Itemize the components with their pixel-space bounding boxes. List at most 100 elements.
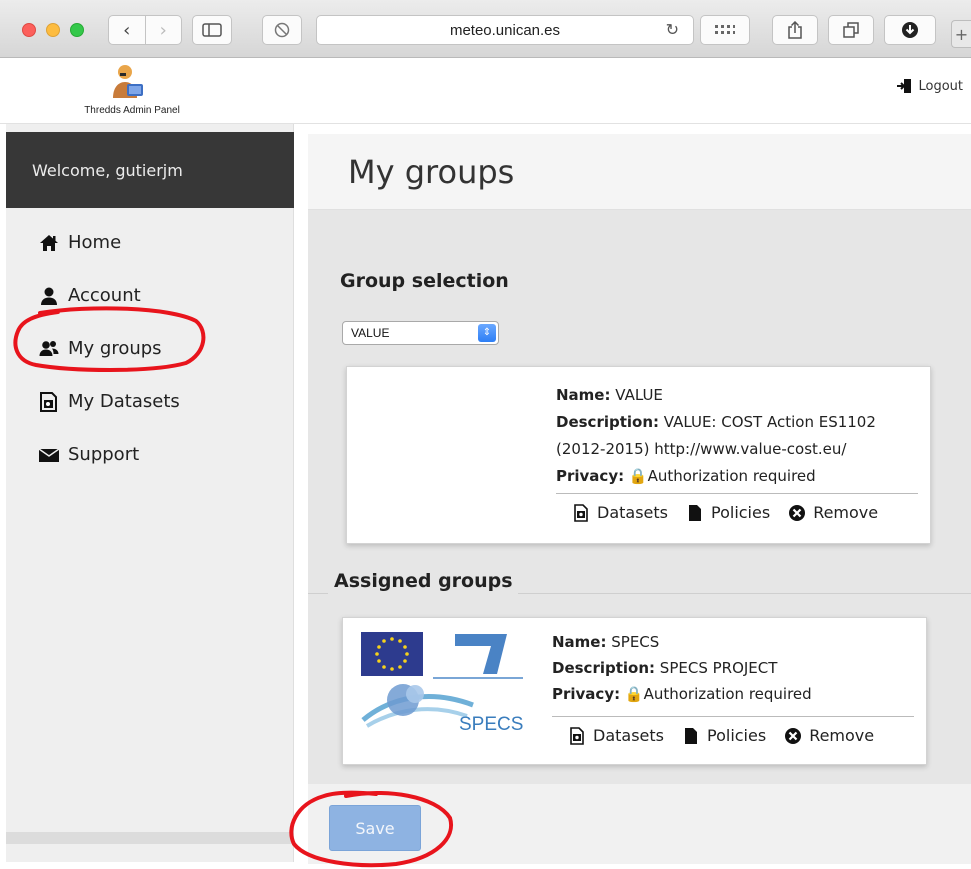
group-privacy: Authorization required xyxy=(643,685,812,703)
privacy-label: Privacy: xyxy=(552,685,621,703)
main-panel: My groups Group selection VALUE ⇕ Name: … xyxy=(308,134,971,864)
top-sites-button[interactable] xyxy=(700,15,750,45)
name-label: Name: xyxy=(552,633,607,651)
save-button[interactable]: Save xyxy=(329,805,421,851)
url-text: meteo.unican.es xyxy=(449,21,561,39)
assigned-group-card: SPECS Name: SPECS Description: SPECS PRO… xyxy=(342,617,927,765)
logo-text: Thredds Admin Panel xyxy=(84,105,180,116)
description-label: Description: xyxy=(556,413,660,431)
group-privacy: Authorization required xyxy=(647,467,816,485)
remove-button[interactable]: Remove xyxy=(784,726,874,745)
group-actions: Datasets Policies Remove xyxy=(556,493,918,522)
logout-icon xyxy=(897,79,912,93)
admin-logo-icon xyxy=(113,65,143,98)
user-icon xyxy=(41,287,57,305)
close-window-button[interactable] xyxy=(22,23,36,37)
policies-label: Policies xyxy=(711,503,771,522)
tabs-icon xyxy=(843,22,859,38)
minimize-window-button[interactable] xyxy=(46,23,60,37)
share-icon xyxy=(788,21,802,39)
select-stepper-icon: ⇕ xyxy=(478,324,496,342)
app-header: Thredds Admin Panel Logout xyxy=(0,58,971,124)
sidebar-item-label: Account xyxy=(68,285,141,306)
envelope-icon xyxy=(38,447,60,462)
navigation-buttons: ‹ › xyxy=(108,15,182,45)
datasets-icon xyxy=(40,391,57,412)
sidebar-item-label: My groups xyxy=(68,338,162,359)
description-label: Description: xyxy=(552,659,656,677)
sidebar-item-my-datasets[interactable]: My Datasets xyxy=(6,375,294,428)
sidebar-item-account[interactable]: Account xyxy=(6,269,294,322)
privacy-label: Privacy: xyxy=(556,467,625,485)
datasets-button[interactable]: Datasets xyxy=(568,726,664,745)
remove-label: Remove xyxy=(813,503,879,522)
reload-icon[interactable]: ↻ xyxy=(666,20,679,40)
group-name: VALUE xyxy=(615,386,663,404)
assigned-groups-heading: Assigned groups xyxy=(334,570,513,592)
page-title: My groups xyxy=(348,152,515,191)
logout-label: Logout xyxy=(918,78,963,94)
zoom-window-button[interactable] xyxy=(70,23,84,37)
sidebar-item-label: Home xyxy=(68,232,122,253)
privacy-report-button[interactable] xyxy=(262,15,302,45)
policies-icon xyxy=(685,727,697,744)
name-label: Name: xyxy=(556,386,611,404)
lock-icon: 🔒 xyxy=(628,467,648,485)
address-bar[interactable]: meteo.unican.es ↻ xyxy=(316,15,694,45)
datasets-icon xyxy=(570,726,584,745)
group-selection-heading: Group selection xyxy=(340,270,509,292)
datasets-button[interactable]: Datasets xyxy=(572,503,668,522)
selected-group-card: Name: VALUE Description: VALUE: COST Act… xyxy=(346,366,931,544)
specs-logo-text: SPECS xyxy=(459,714,524,735)
remove-icon xyxy=(789,504,806,521)
policies-icon xyxy=(689,504,701,521)
users-icon xyxy=(39,340,59,356)
sidebar-item-home[interactable]: Home xyxy=(6,216,294,269)
group-info: Name: VALUE Description: VALUE: COST Act… xyxy=(556,382,926,490)
back-arrow-icon[interactable]: ‹ xyxy=(109,16,145,44)
app-logo[interactable]: Thredds Admin Panel xyxy=(62,64,202,120)
datasets-label: Datasets xyxy=(593,726,664,745)
remove-label: Remove xyxy=(809,726,875,745)
downloads-button[interactable] xyxy=(884,15,936,45)
logout-link[interactable]: Logout xyxy=(896,78,963,94)
group-description: SPECS PROJECT xyxy=(659,659,778,677)
new-tab-button[interactable]: + xyxy=(951,20,971,48)
home-icon xyxy=(40,234,58,251)
section-divider-right xyxy=(518,593,971,594)
blocked-icon xyxy=(274,22,290,38)
sidebar-icon xyxy=(202,23,222,37)
policies-button[interactable]: Policies xyxy=(682,726,766,745)
tabs-overview-button[interactable] xyxy=(828,15,874,45)
lock-icon: 🔒 xyxy=(624,685,644,703)
assigned-group-actions: Datasets Policies Remove xyxy=(552,716,914,745)
remove-icon xyxy=(785,727,802,744)
remove-button[interactable]: Remove xyxy=(788,503,878,522)
section-divider-left xyxy=(308,593,328,594)
browser-toolbar: ‹ › meteo.unican.es ↻ + xyxy=(0,0,971,58)
group-select-value: VALUE xyxy=(351,326,390,340)
assigned-group-info: Name: SPECS Description: SPECS PROJECT P… xyxy=(552,629,922,707)
forward-arrow-icon[interactable]: › xyxy=(144,16,182,44)
sidebar-item-my-groups[interactable]: My groups xyxy=(6,322,294,375)
sidebar-item-label: My Datasets xyxy=(68,391,180,412)
policies-button[interactable]: Policies xyxy=(686,503,770,522)
sidebar-footer xyxy=(6,832,294,844)
download-icon xyxy=(902,22,918,38)
welcome-banner: Welcome, gutierjm xyxy=(6,132,294,208)
share-button[interactable] xyxy=(772,15,818,45)
sidebar-toggle-button[interactable] xyxy=(192,15,232,45)
sidebar: Welcome, gutierjm Home Account My groups… xyxy=(6,124,294,862)
sidebar-item-label: Support xyxy=(68,444,140,465)
page-title-bar: My groups xyxy=(308,134,971,210)
welcome-text: Welcome, gutierjm xyxy=(32,160,183,180)
policies-label: Policies xyxy=(707,726,767,745)
datasets-icon xyxy=(574,503,588,522)
specs-logo: SPECS xyxy=(359,630,529,740)
grid-icon xyxy=(715,25,735,34)
group-name: SPECS xyxy=(611,633,660,651)
sidebar-item-support[interactable]: Support xyxy=(6,428,294,481)
sidebar-nav: Home Account My groups My Datasets Suppo… xyxy=(6,216,294,481)
group-select[interactable]: VALUE ⇕ xyxy=(342,321,499,345)
datasets-label: Datasets xyxy=(597,503,668,522)
